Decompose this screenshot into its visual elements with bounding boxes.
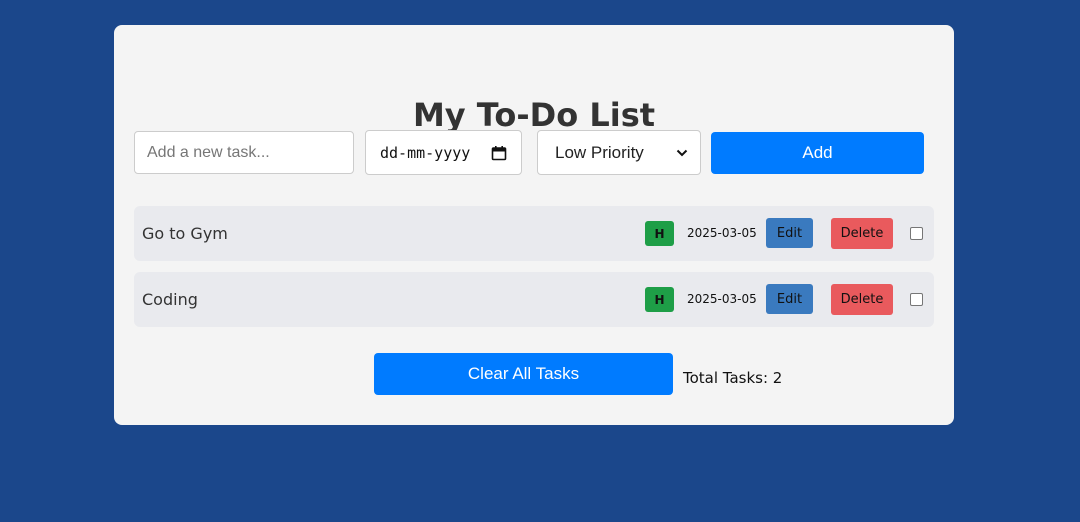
priority-select[interactable]: Low Priority xyxy=(537,130,701,175)
add-task-button[interactable]: Add xyxy=(711,132,924,174)
calendar-icon[interactable] xyxy=(491,145,507,161)
due-date-value: dd-mm-yyyy xyxy=(380,143,471,162)
new-task-input[interactable] xyxy=(134,131,354,174)
chevron-down-icon xyxy=(676,149,688,157)
task-date: 2025-03-05 xyxy=(687,226,757,240)
task-name: Go to Gym xyxy=(142,224,228,243)
task-row: Coding H 2025-03-05 Edit Delete xyxy=(134,272,934,327)
priority-selected-value: Low Priority xyxy=(555,142,644,162)
page-title: My To-Do List xyxy=(412,96,656,134)
edit-button[interactable]: Edit xyxy=(766,218,813,248)
delete-button[interactable]: Delete xyxy=(831,284,893,315)
task-complete-checkbox[interactable] xyxy=(910,227,923,240)
task-complete-checkbox[interactable] xyxy=(910,293,923,306)
due-date-input[interactable]: dd-mm-yyyy xyxy=(365,130,522,175)
priority-badge: H xyxy=(645,221,674,246)
delete-button[interactable]: Delete xyxy=(831,218,893,249)
todo-card: My To-Do List dd-mm-yyyy Low Priority Ad… xyxy=(114,25,954,425)
edit-button[interactable]: Edit xyxy=(766,284,813,314)
task-row: Go to Gym H 2025-03-05 Edit Delete xyxy=(134,206,934,261)
total-tasks-label: Total Tasks: 2 xyxy=(683,369,783,387)
clear-all-button[interactable]: Clear All Tasks xyxy=(374,353,673,395)
priority-badge: H xyxy=(645,287,674,312)
task-name: Coding xyxy=(142,290,198,309)
task-date: 2025-03-05 xyxy=(687,292,757,306)
